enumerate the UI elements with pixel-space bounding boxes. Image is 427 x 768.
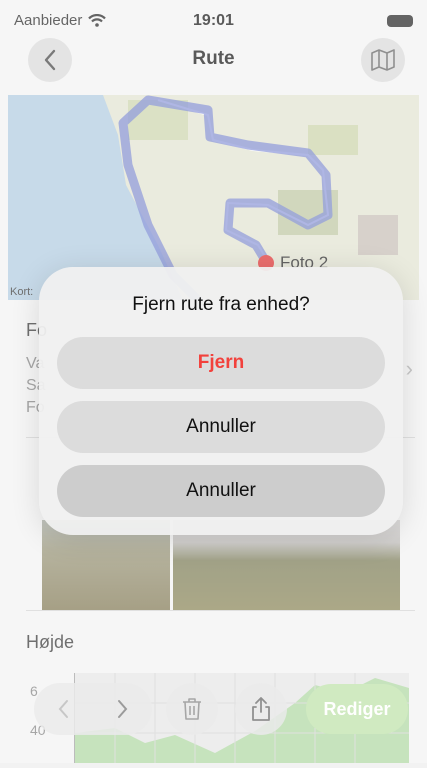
remove-button[interactable]: Fjern	[57, 337, 385, 389]
cancel-button-secondary[interactable]: Annuller	[57, 465, 385, 517]
alert-title: Fjern rute fra enhed?	[132, 294, 310, 315]
alert-dialog: Fjern rute fra enhed? Fjern Annuller Ann…	[39, 267, 403, 535]
cancel-button[interactable]: Annuller	[57, 401, 385, 453]
